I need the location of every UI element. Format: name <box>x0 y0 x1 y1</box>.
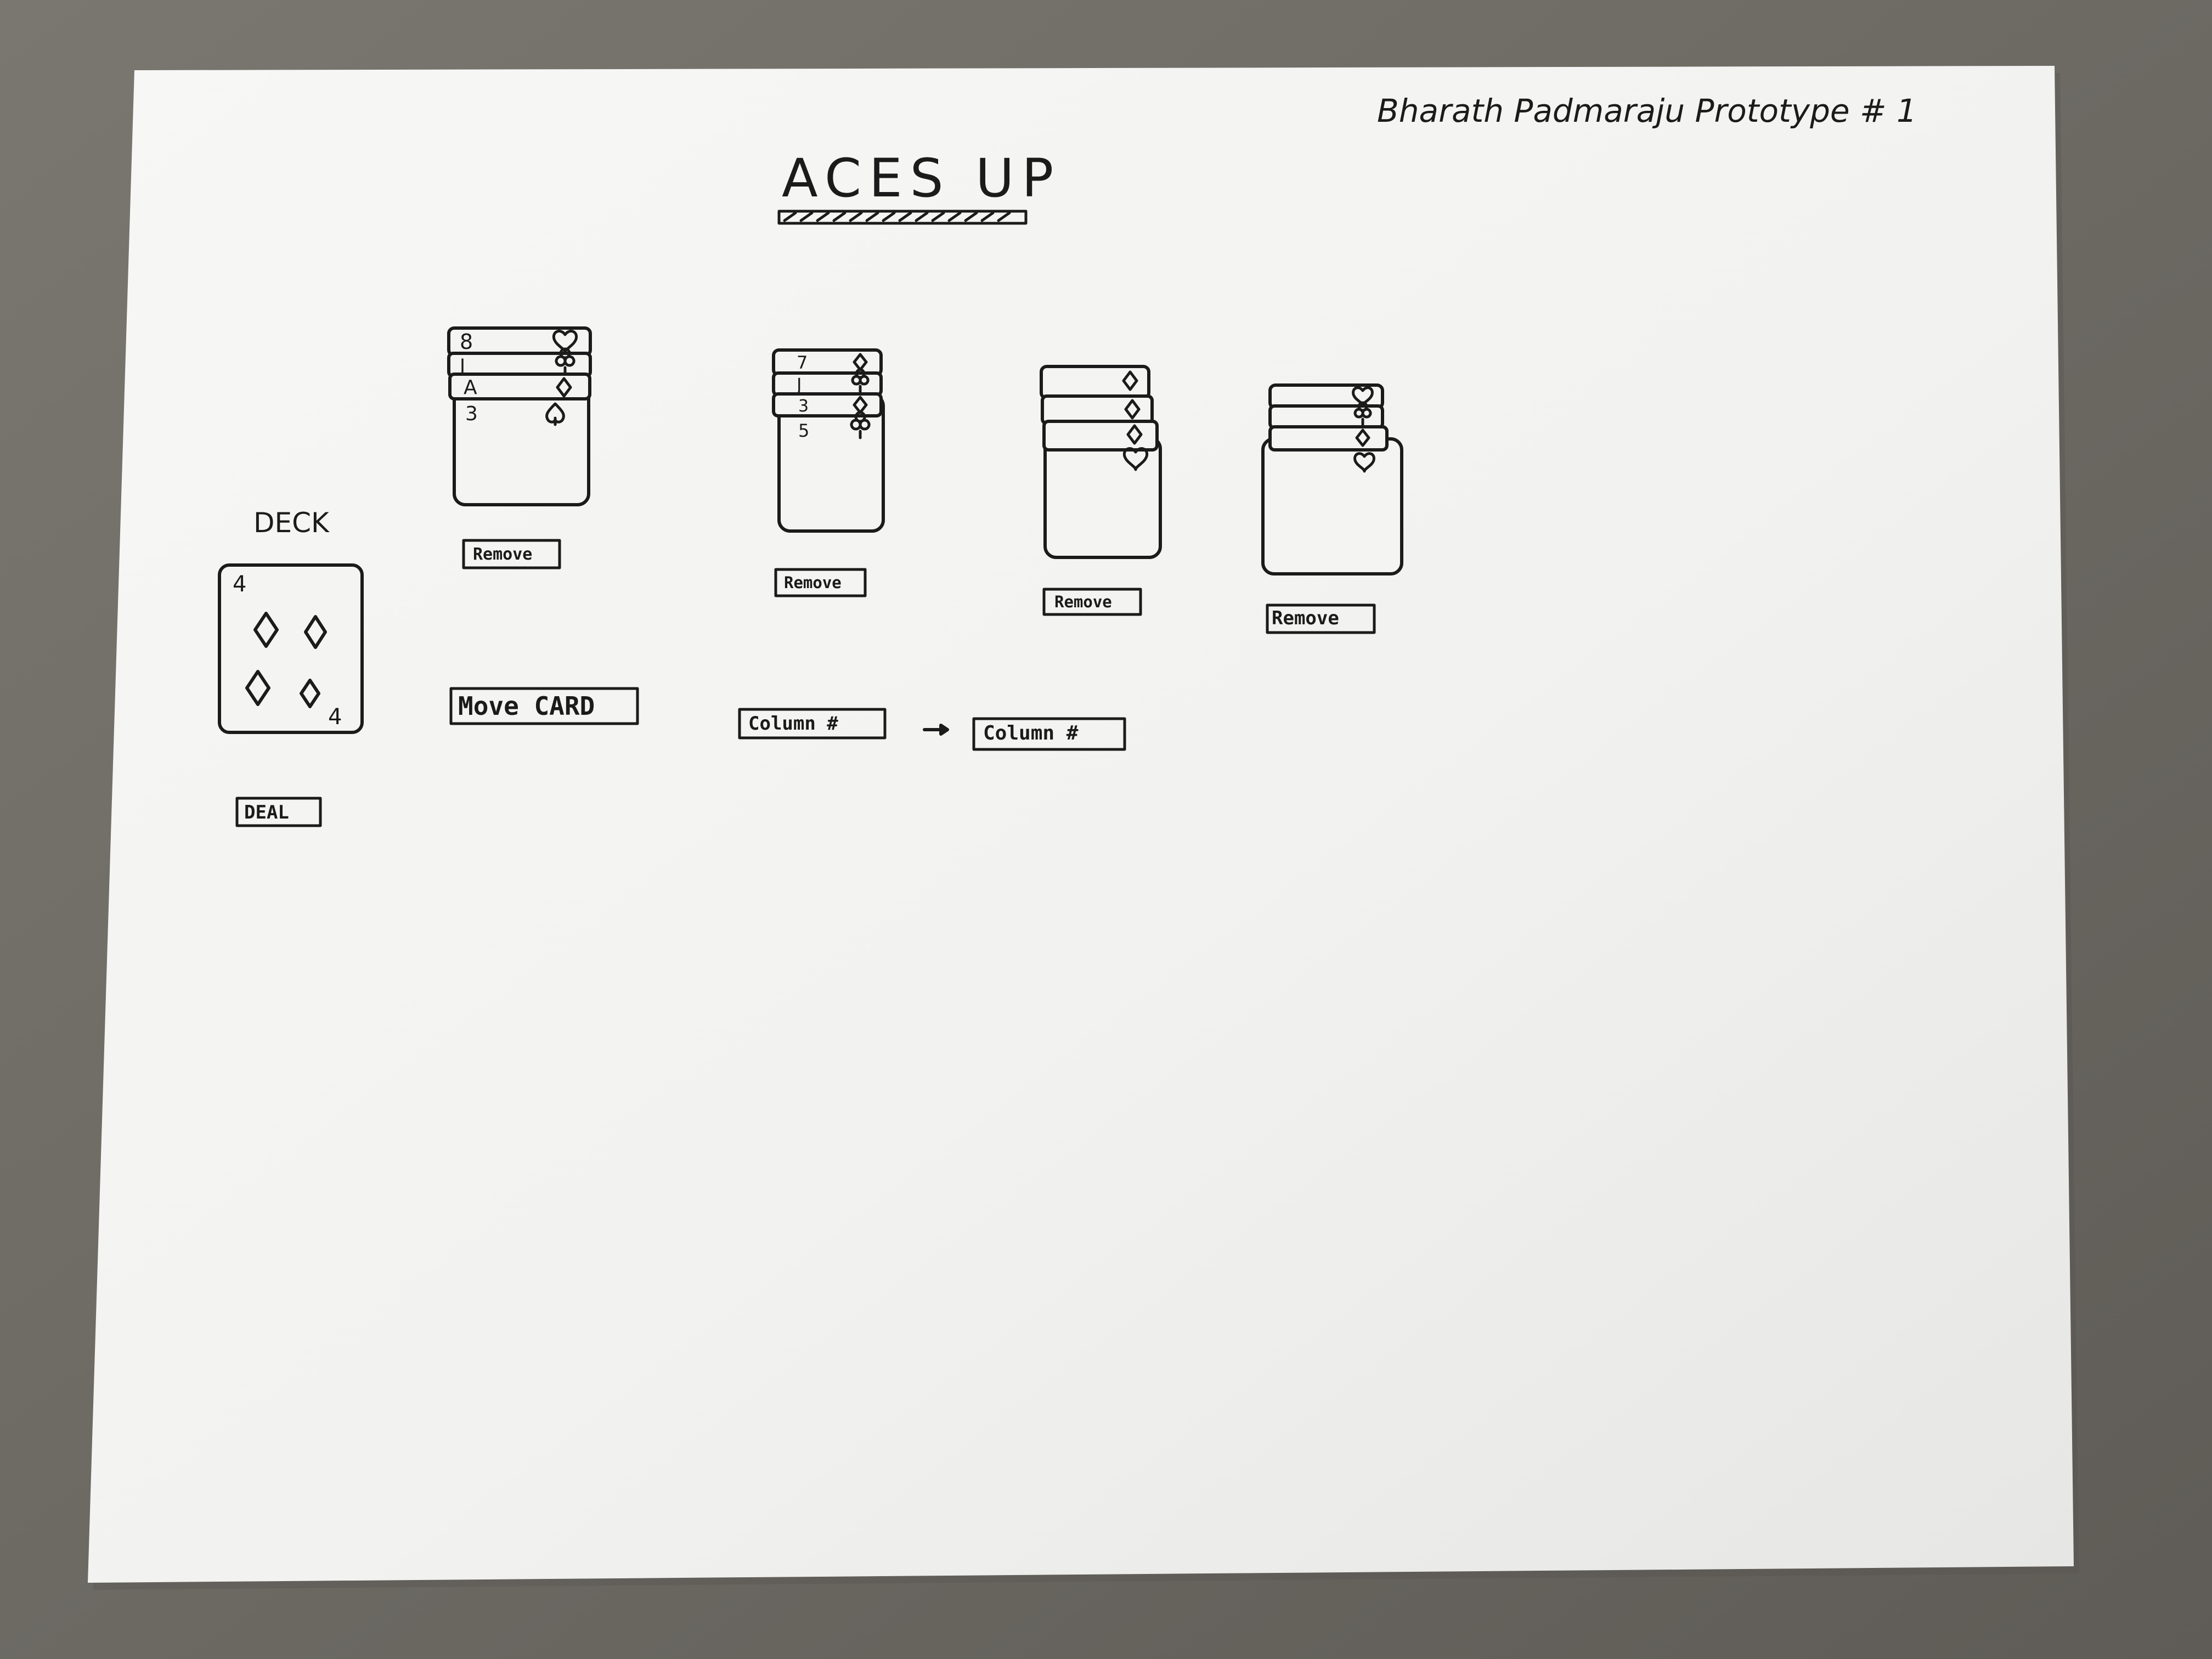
page-title: ACES UP <box>782 148 1061 209</box>
column-card-stack-base <box>1043 436 1162 559</box>
page-title-group: ACES UP <box>777 148 1061 225</box>
select-label: Column # <box>983 722 1079 744</box>
deck-card[interactable]: 4 4 <box>218 563 364 734</box>
card-row[interactable]: 3 <box>772 392 883 417</box>
card-row[interactable] <box>1041 394 1154 425</box>
paper-prototype-photo: Bharath Padmaraju Prototype # 1 ACES UP … <box>0 0 2212 1659</box>
card-rank: 7 <box>797 352 808 373</box>
card-row[interactable] <box>1268 425 1389 452</box>
card-row[interactable] <box>1268 401 1384 430</box>
card-rank: 3 <box>465 403 478 425</box>
card-rank: J <box>795 374 802 395</box>
card-row[interactable]: J <box>772 368 883 397</box>
author-line: Bharath Padmaraju Prototype # 1 <box>1377 92 1917 129</box>
card-row[interactable] <box>1040 365 1150 400</box>
deck-label: DECK <box>253 507 330 539</box>
card-rank: 8 <box>460 330 473 354</box>
button-label: Remove <box>473 545 532 564</box>
button-label: Remove <box>1272 607 1339 629</box>
button-label: Remove <box>1054 592 1112 611</box>
card-outline <box>1041 394 1154 425</box>
button-label: Move CARD <box>458 691 595 721</box>
card-rank: A <box>464 376 477 399</box>
card-outline <box>1040 365 1150 400</box>
column-2[interactable]: 7 J 3 5 <box>772 348 885 533</box>
button-label: Remove <box>784 573 842 592</box>
button-label: DEAL <box>244 802 289 823</box>
paper-sheet <box>88 66 2074 1583</box>
card-rank-corner: 4 <box>328 704 342 730</box>
card-rank: 3 <box>798 397 809 416</box>
column-4[interactable] <box>1261 383 1403 575</box>
card-rank: 5 <box>798 420 809 441</box>
column-card-stack-base <box>1261 437 1403 575</box>
column-1[interactable]: 8 J A 3 <box>447 326 592 506</box>
card-row[interactable] <box>1042 420 1159 452</box>
select-label: Column # <box>748 713 838 735</box>
card-row[interactable]: A <box>448 373 591 400</box>
card-rank: 4 <box>233 572 246 597</box>
column-3[interactable] <box>1040 365 1162 559</box>
